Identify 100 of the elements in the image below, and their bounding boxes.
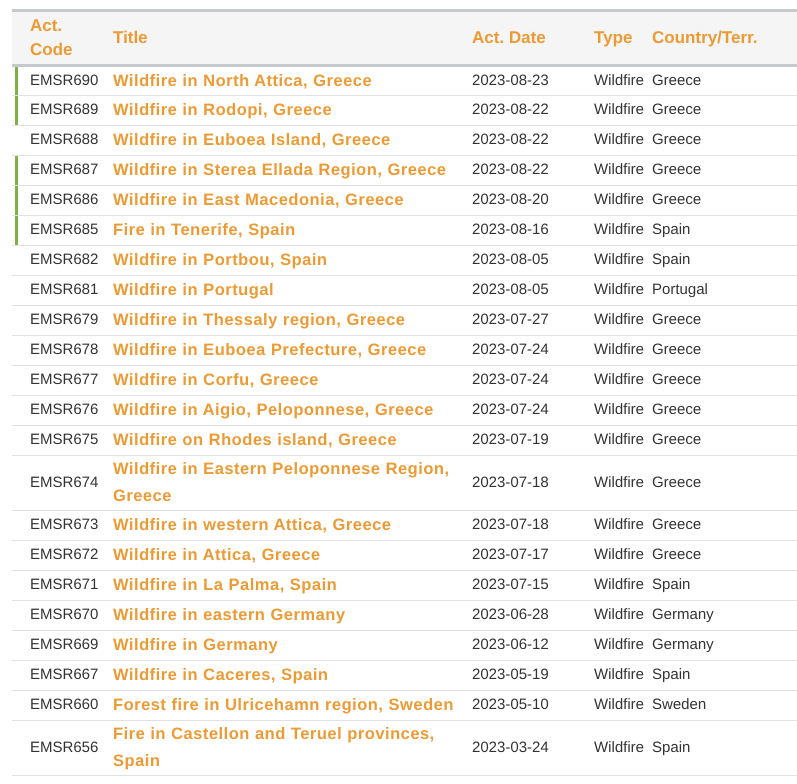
title-link[interactable]: Wildfire in Aigio, Peloponnese, Greece (113, 397, 434, 424)
title-link[interactable]: Wildfire in Portbou, Spain (113, 247, 328, 274)
type-cell: Wildfire (594, 738, 644, 756)
date-cell: 2023-08-20 (472, 191, 549, 208)
date-cell: 2023-08-05 (472, 281, 549, 298)
country-cell: Germany (652, 636, 714, 654)
column-header: Act. Date (472, 10, 594, 66)
code-cell: EMSR673 (30, 516, 98, 534)
country-cell: Spain (652, 251, 690, 268)
column-header: Act. Code (12, 10, 113, 66)
date-cell: 2023-08-22 (472, 161, 549, 178)
column-header: Type (594, 10, 652, 66)
code-cell: EMSR685 (30, 221, 98, 238)
country-cell: Greece (652, 131, 702, 148)
code-cell: EMSR679 (30, 311, 98, 328)
country-cell: Greece (652, 101, 702, 118)
country-cell: Greece (652, 161, 702, 178)
code-cell: EMSR687 (30, 161, 98, 178)
type-cell: Wildfire (594, 606, 644, 624)
title-link[interactable]: Wildfire in Euboea Prefecture, Greece (113, 337, 427, 364)
code-cell: EMSR667 (30, 666, 98, 684)
date-cell: 2023-07-27 (472, 311, 549, 328)
code-cell: EMSR675 (30, 431, 98, 448)
type-cell: Wildfire (594, 576, 644, 594)
title-link[interactable]: Wildfire in Thessaly region, Greece (113, 307, 406, 334)
code-cell: EMSR676 (30, 401, 98, 418)
type-cell: Wildfire (594, 161, 644, 178)
type-cell: Wildfire (594, 221, 644, 238)
title-link[interactable]: Fire in Castellon and Teruel provinces, Spain (113, 721, 458, 775)
country-cell: Greece (652, 546, 702, 564)
title-link[interactable]: Wildfire in Corfu, Greece (113, 367, 319, 394)
date-cell: 2023-08-16 (472, 221, 549, 238)
column-header: Country/Terr. (652, 10, 797, 66)
code-cell: EMSR671 (30, 576, 98, 594)
country-cell: Spain (652, 221, 690, 238)
date-cell: 2023-07-24 (472, 341, 549, 358)
title-link[interactable]: Wildfire in North Attica, Greece (113, 68, 372, 94)
code-cell: EMSR678 (30, 341, 98, 358)
title-link[interactable]: Wildfire on Rhodes island, Greece (113, 427, 398, 454)
type-cell: Wildfire (594, 101, 644, 118)
country-cell: Greece (652, 474, 702, 491)
country-cell: Spain (652, 738, 690, 756)
type-cell: Wildfire (594, 311, 644, 328)
code-cell: EMSR688 (30, 131, 98, 148)
date-cell: 2023-06-12 (472, 636, 549, 654)
country-cell: Greece (652, 401, 702, 418)
date-cell: 2023-08-22 (472, 101, 549, 118)
title-link[interactable]: Wildfire in Germany (113, 632, 278, 659)
type-cell: Wildfire (594, 401, 644, 418)
date-cell: 2023-03-24 (472, 738, 549, 756)
code-cell: EMSR681 (30, 281, 98, 298)
date-cell: 2023-07-15 (472, 576, 549, 594)
date-cell: 2023-08-22 (472, 131, 549, 148)
type-cell: Wildfire (594, 636, 644, 654)
country-cell: Sweden (652, 696, 706, 714)
code-cell: EMSR686 (30, 191, 98, 208)
type-cell: Wildfire (594, 371, 644, 388)
date-cell: 2023-07-18 (472, 516, 549, 534)
title-link[interactable]: Wildfire in Eastern Peloponnese Region, Greece (113, 456, 458, 510)
title-link[interactable]: Wildfire in Sterea Ellada Region, Greece (113, 157, 446, 184)
type-cell: Wildfire (594, 696, 644, 714)
date-cell: 2023-07-24 (472, 401, 549, 418)
date-cell: 2023-07-18 (472, 474, 549, 491)
type-cell: Wildfire (594, 72, 644, 89)
country-cell: Greece (652, 341, 702, 358)
code-cell: EMSR682 (30, 251, 98, 268)
title-link[interactable]: Fire in Tenerife, Spain (113, 217, 296, 244)
country-cell: Greece (652, 431, 702, 448)
code-cell: EMSR677 (30, 371, 98, 388)
code-cell: EMSR690 (30, 72, 98, 89)
title-link[interactable]: Wildfire in La Palma, Spain (113, 572, 338, 599)
country-cell: Germany (652, 606, 714, 624)
type-cell: Wildfire (594, 191, 644, 208)
title-link[interactable]: Wildfire in Rodopi, Greece (113, 97, 332, 124)
code-cell: EMSR656 (30, 738, 98, 756)
code-cell: EMSR672 (30, 546, 98, 564)
country-cell: Greece (652, 191, 702, 208)
title-link[interactable]: Wildfire in Caceres, Spain (113, 662, 328, 689)
date-cell: 2023-08-05 (472, 251, 549, 268)
title-link[interactable]: Wildfire in Attica, Greece (113, 542, 321, 569)
code-cell: EMSR669 (30, 636, 98, 654)
title-link[interactable]: Wildfire in Portugal (113, 277, 274, 304)
title-link[interactable]: Wildfire in eastern Germany (113, 602, 346, 629)
type-cell: Wildfire (594, 251, 644, 268)
country-cell: Portugal (652, 281, 708, 298)
date-cell: 2023-07-17 (472, 546, 549, 564)
date-cell: 2023-06-28 (472, 606, 549, 624)
date-cell: 2023-07-19 (472, 431, 549, 448)
date-cell: 2023-08-23 (472, 72, 549, 89)
title-link[interactable]: Forest fire in Ulricehamn region, Sweden (113, 692, 454, 719)
title-link[interactable]: Wildfire in western Attica, Greece (113, 512, 392, 539)
title-link[interactable]: Wildfire in Euboea Island, Greece (113, 127, 391, 154)
code-cell: EMSR660 (30, 696, 98, 714)
column-header: Title (113, 10, 472, 66)
date-cell: 2023-07-24 (472, 371, 549, 388)
country-cell: Greece (652, 371, 702, 388)
country-cell: Greece (652, 516, 702, 534)
title-link[interactable]: Wildfire in East Macedonia, Greece (113, 187, 404, 214)
date-cell: 2023-05-19 (472, 666, 549, 684)
code-cell: EMSR674 (30, 474, 98, 491)
